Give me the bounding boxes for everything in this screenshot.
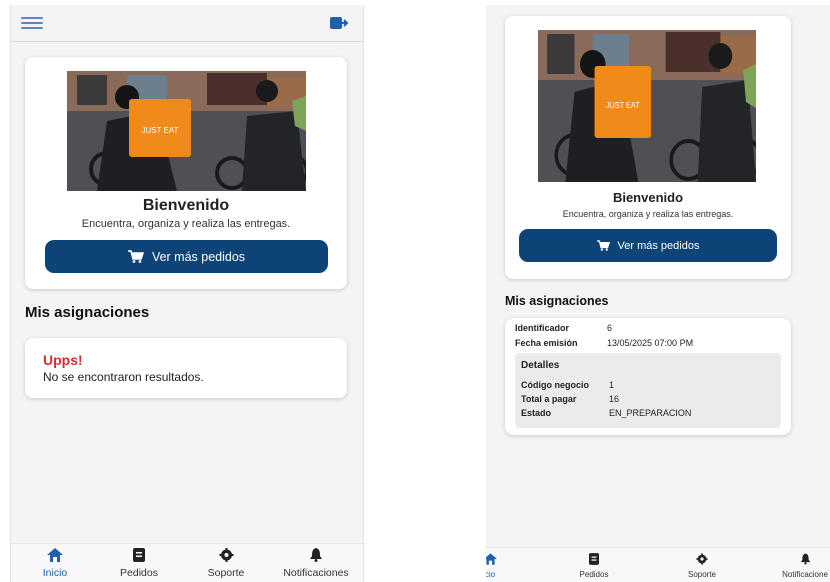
assignment-id-label: Identificador [515, 323, 570, 333]
nav-pedidos[interactable]: Pedidos [116, 548, 162, 579]
logout-icon[interactable] [329, 14, 349, 32]
see-more-orders-label: Ver más pedidos [617, 239, 700, 252]
see-more-orders-button[interactable]: Ver más pedidos [45, 240, 328, 273]
nav-soporte[interactable]: Soporte [203, 548, 249, 579]
home-icon [47, 548, 63, 562]
right-screen: JUST EAT Bienvenido Encuentra, organiza … [486, 5, 830, 582]
see-more-orders-label: Ver más pedidos [151, 249, 246, 264]
welcome-subtitle: Encuentra, organiza y realiza las entreg… [562, 209, 734, 219]
bell-icon [800, 553, 810, 565]
assignment-date-label: Fecha emisión [515, 338, 578, 348]
status-value: EN_PREPARACION [609, 408, 692, 418]
welcome-subtitle: Encuentra, organiza y realiza las entreg… [81, 218, 291, 230]
gear-icon [219, 548, 233, 562]
hamburger-menu-icon[interactable] [21, 17, 43, 29]
nav-inicio-label: cio [486, 570, 496, 579]
gear-icon [696, 553, 708, 565]
nav-notificaciones[interactable]: Notificacione [780, 552, 830, 579]
business-code-value: 1 [609, 380, 615, 390]
assignment-date-row: Fecha emisión 13/05/2025 07:00 PM [515, 338, 775, 350]
assignment-id-value: 6 [607, 323, 613, 333]
nav-soporte[interactable]: Soporte [684, 552, 720, 579]
svg-text:JUST EAT: JUST EAT [606, 101, 640, 110]
bell-icon [310, 548, 322, 562]
business-code-label: Código negocio [521, 380, 589, 390]
see-more-orders-button[interactable]: Ver más pedidos [519, 229, 777, 262]
nav-inicio[interactable]: Inicio [39, 548, 71, 579]
total-label: Total a pagar [521, 394, 577, 404]
details-box: Detalles Código negocio 1 Total a pagar … [515, 353, 781, 428]
nav-notificaciones-label: Notificacione [782, 570, 828, 579]
details-title: Detalles [521, 360, 560, 371]
document-icon [133, 548, 145, 562]
empty-title: Upps! [43, 352, 83, 368]
assignment-date-value: 13/05/2025 07:00 PM [607, 338, 694, 348]
nav-inicio-label: Inicio [42, 567, 68, 579]
assignment-card[interactable]: Identificador 6 Fecha emisión 13/05/2025… [505, 318, 791, 435]
document-icon [589, 553, 599, 565]
bottom-navigation: Inicio Pedidos Soporte Notificaciones [11, 543, 363, 582]
assignments-title: Mis asignaciones [25, 304, 150, 321]
welcome-title: Bienvenido [142, 197, 230, 214]
welcome-card: JUST EAT Bienvenido Encuentra, organiza … [25, 57, 347, 289]
nav-pedidos-label: Pedidos [579, 570, 609, 579]
home-icon [486, 553, 497, 565]
cart-icon [596, 240, 610, 251]
nav-notificaciones[interactable]: Notificaciones [278, 548, 354, 579]
cart-icon [127, 250, 144, 263]
business-code-row: Código negocio 1 [521, 380, 771, 392]
nav-notificaciones-label: Notificaciones [283, 567, 349, 579]
nav-pedidos-label: Pedidos [120, 567, 158, 579]
svg-text:JUST EAT: JUST EAT [141, 126, 178, 135]
bottom-navigation: cio Pedidos Soporte Notificacione [486, 547, 830, 582]
welcome-title: Bienvenido [612, 190, 684, 205]
nav-soporte-label: Soporte [687, 570, 717, 579]
status-row: Estado EN_PREPARACION [521, 408, 771, 420]
delivery-riders-photo: JUST EAT [67, 71, 306, 191]
delivery-riders-photo: JUST EAT [538, 30, 756, 182]
assignments-title: Mis asignaciones [505, 294, 609, 308]
welcome-card: JUST EAT Bienvenido Encuentra, organiza … [505, 16, 791, 279]
nav-soporte-label: Soporte [207, 567, 245, 579]
empty-message: No se encontraron resultados. [43, 370, 204, 384]
empty-results-card: Upps! No se encontraron resultados. [25, 338, 347, 398]
top-app-bar [11, 5, 363, 42]
total-row: Total a pagar 16 [521, 394, 771, 406]
total-value: 16 [609, 394, 620, 404]
nav-pedidos[interactable]: Pedidos [576, 552, 612, 579]
assignment-id-row: Identificador 6 [515, 323, 775, 335]
status-label: Estado [521, 408, 552, 418]
nav-inicio[interactable]: cio [486, 552, 500, 579]
left-screen: JUST EAT Bienvenido Encuentra, organiza … [10, 5, 364, 582]
